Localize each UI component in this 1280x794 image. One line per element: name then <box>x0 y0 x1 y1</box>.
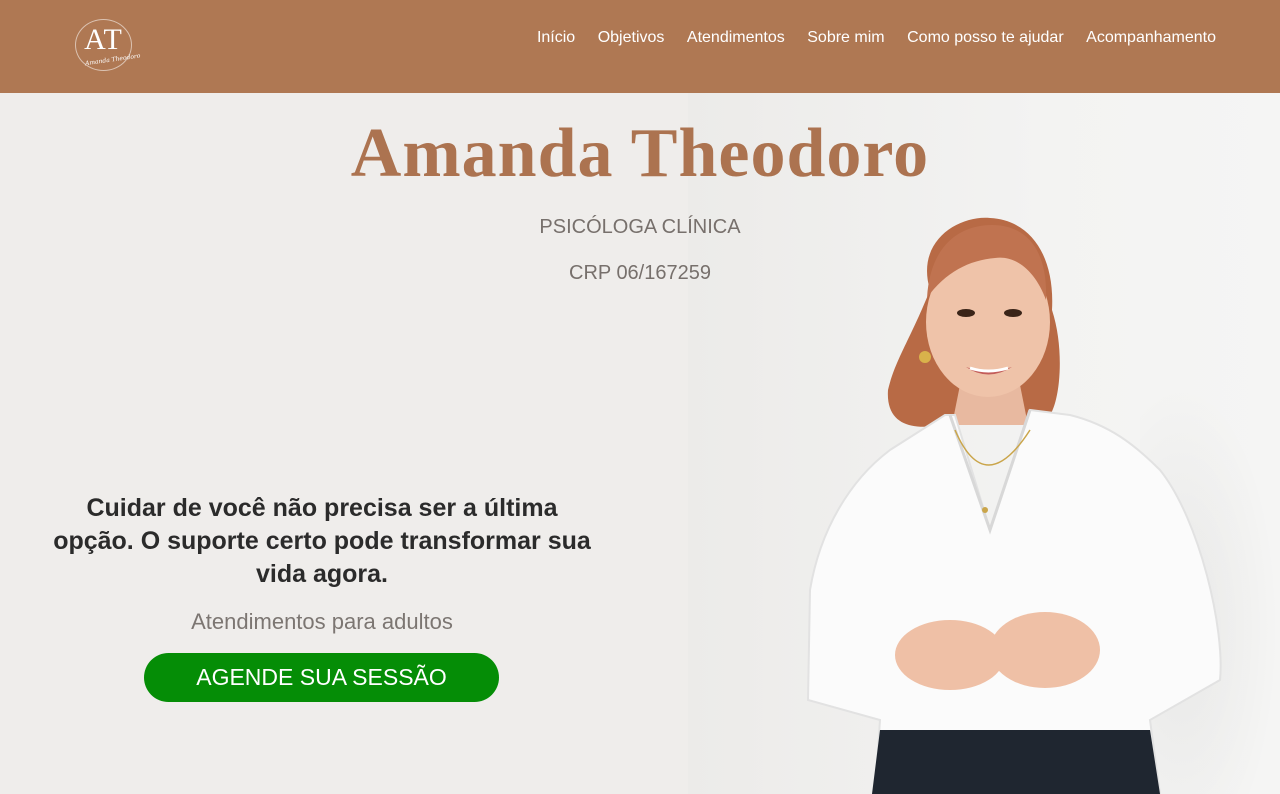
logo-monogram: AT <box>84 23 123 56</box>
main-nav: Início Objetivos Atendimentos Sobre mim … <box>537 29 1216 47</box>
portrait-photo <box>806 217 1222 794</box>
hero-tagline: Cuidar de você não precisa ser a última … <box>53 494 591 588</box>
nav-item-objetivos[interactable]: Objetivos <box>598 29 665 47</box>
schedule-session-button[interactable]: AGENDE SUA SESSÃO <box>144 653 499 702</box>
hero-audience: Atendimentos para adultos <box>191 609 453 634</box>
nav-item-inicio[interactable]: Início <box>537 29 575 47</box>
hero-name: Amanda Theodoro <box>350 115 930 192</box>
hero-role: PSICÓLOGA CLÍNICA <box>539 216 741 238</box>
nav-item-acompanhamento[interactable]: Acompanhamento <box>1086 29 1216 47</box>
nav-item-atendimentos[interactable]: Atendimentos <box>687 29 785 47</box>
nav-item-sobre-mim[interactable]: Sobre mim <box>807 29 884 47</box>
hero-crp: CRP 06/167259 <box>569 262 711 284</box>
nav-item-como-posso-ajudar[interactable]: Como posso te ajudar <box>907 29 1064 47</box>
logo[interactable]: AT Amanda Theodoro <box>75 19 141 71</box>
site-header: AT Amanda Theodoro Início Objetivos Aten… <box>0 0 1280 93</box>
